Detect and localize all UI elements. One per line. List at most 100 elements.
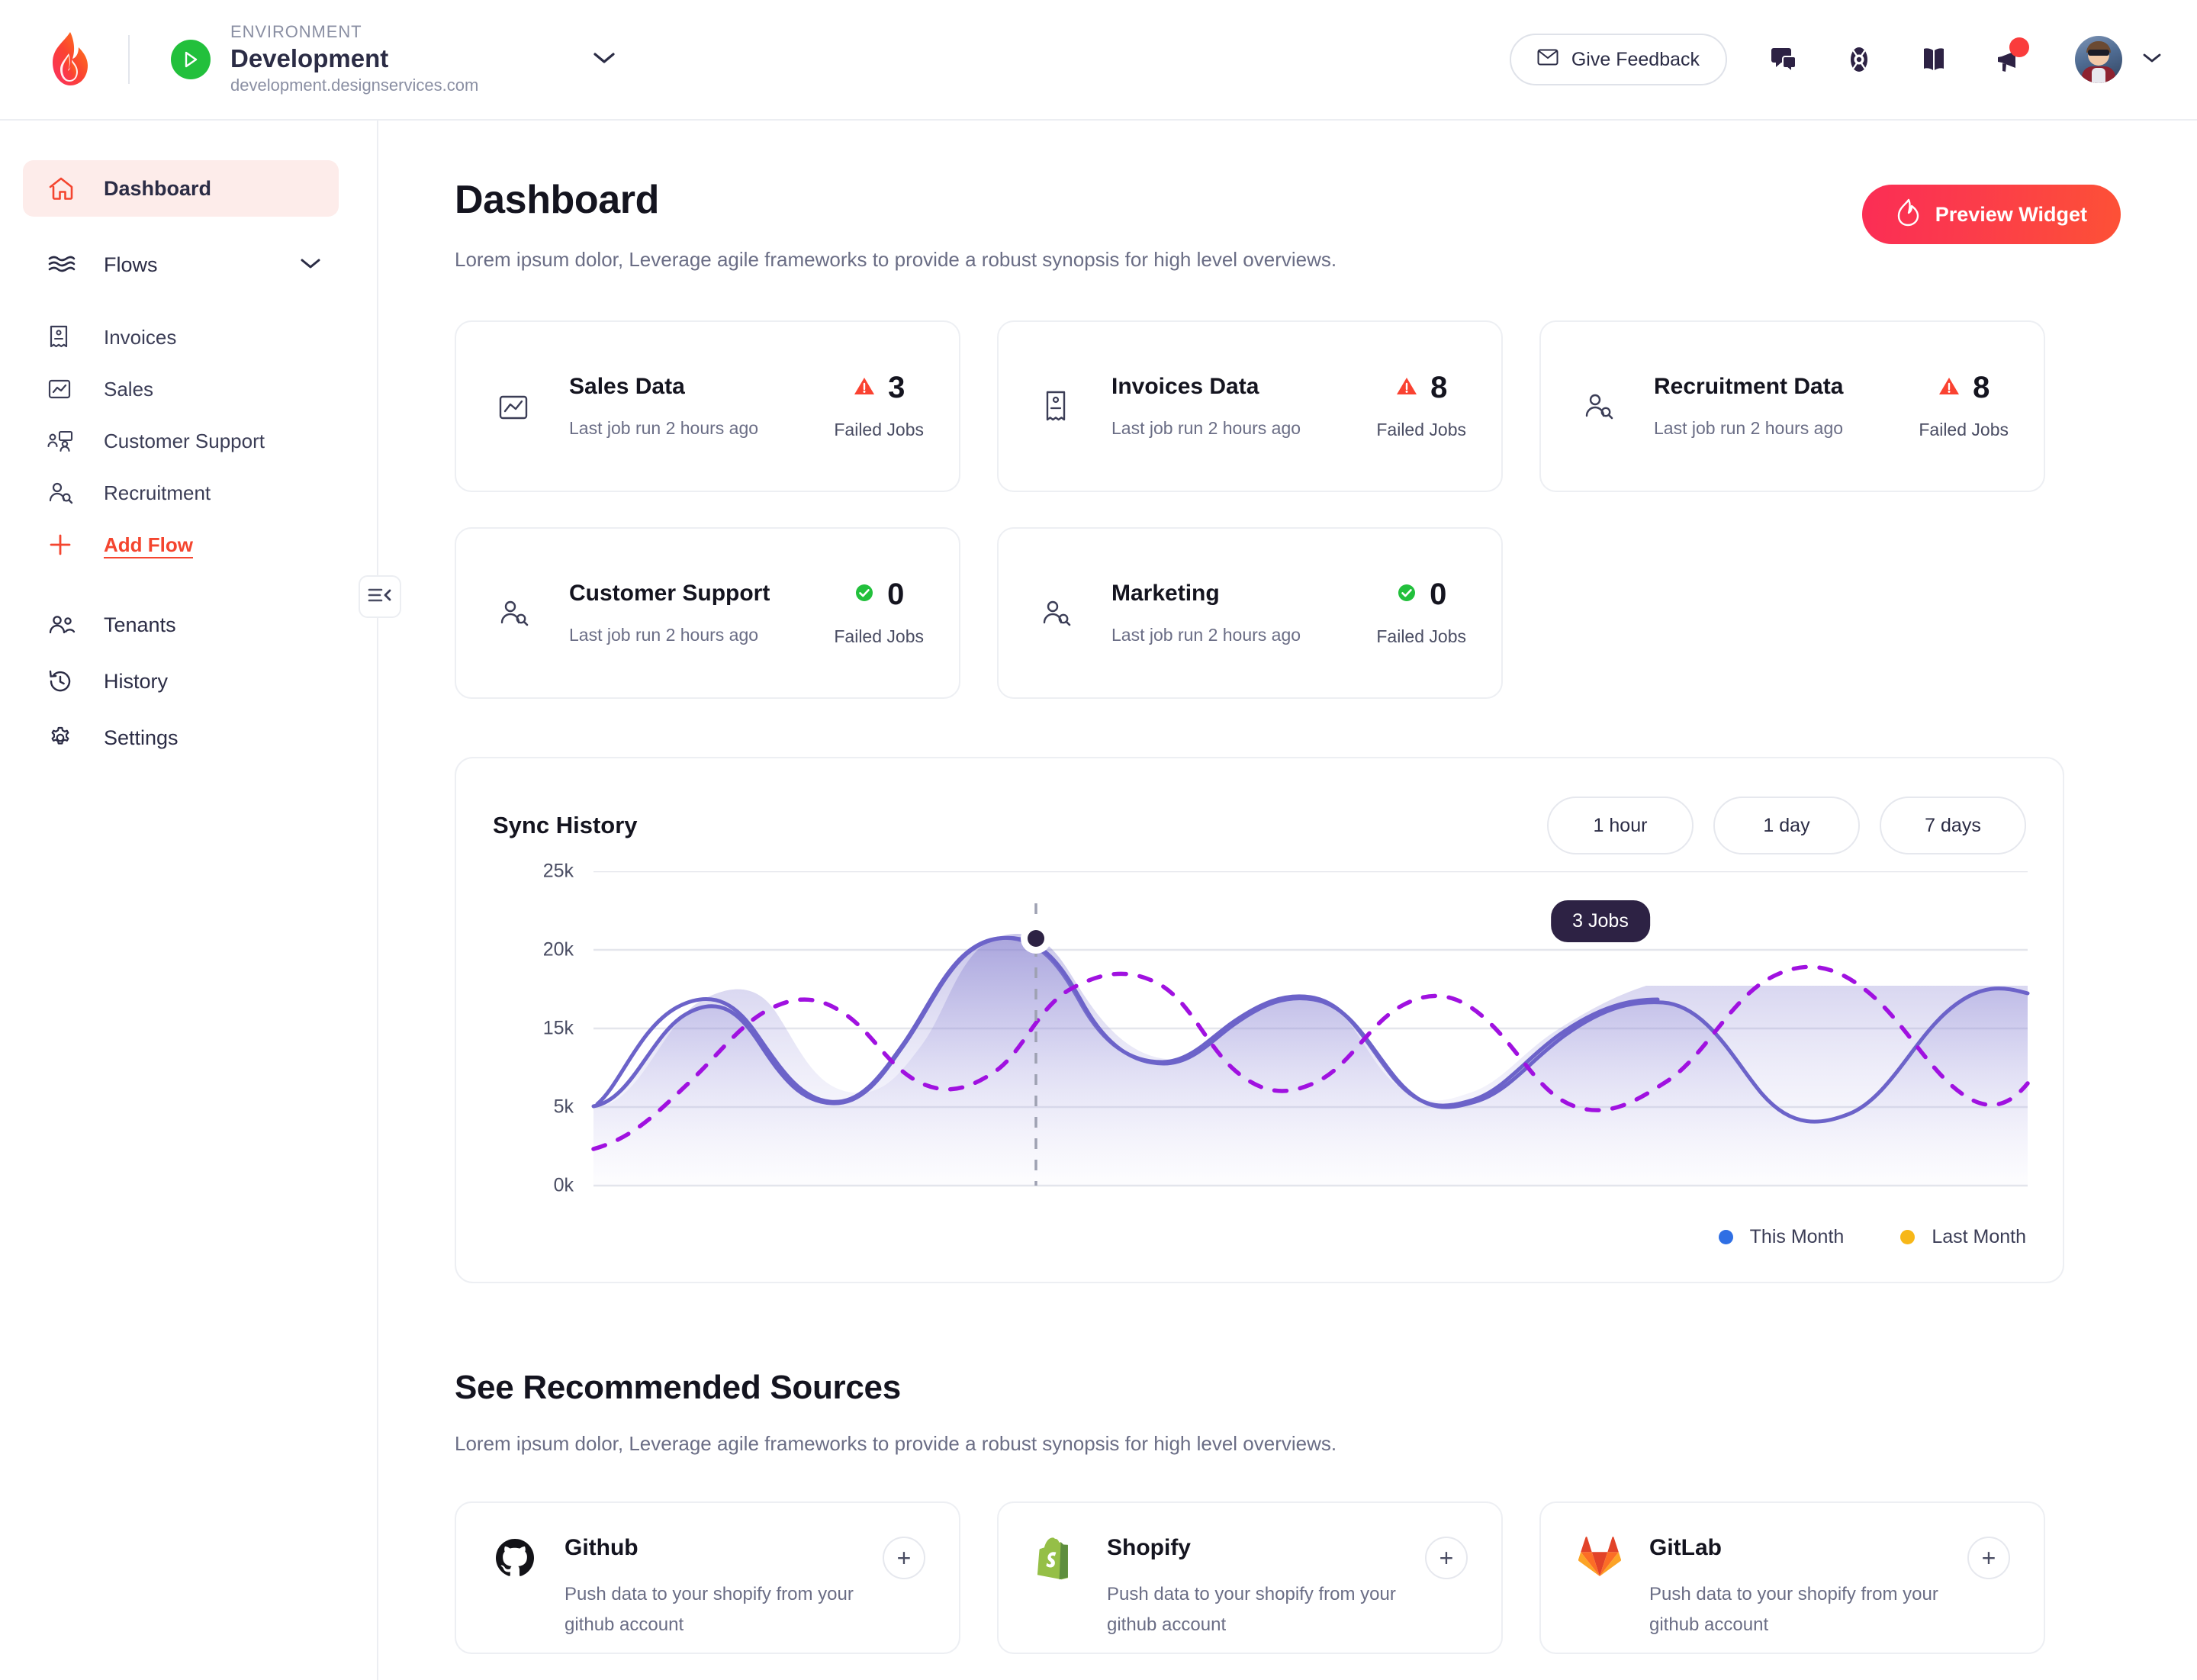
sync-history-panel: Sync History 1 hour 1 day 7 days 25k 20k… — [455, 757, 2064, 1283]
stat-card-customer-support[interactable]: Customer Support Last job run 2 hours ag… — [455, 527, 960, 699]
add-source-button[interactable]: + — [1425, 1537, 1468, 1579]
stat-card-recruitment-data[interactable]: Recruitment Data Last job run 2 hours ag… — [1539, 320, 2045, 492]
sidebar-item-settings[interactable]: Settings — [23, 710, 339, 766]
collapse-sidebar-button[interactable] — [359, 575, 401, 618]
legend-item-last-month[interactable]: Last Month — [1900, 1226, 2026, 1248]
range-button-1-hour[interactable]: 1 hour — [1547, 797, 1694, 854]
legend-item-this-month[interactable]: This Month — [1718, 1226, 1844, 1248]
topbar-actions: Give Feedback — [1509, 34, 2162, 85]
stat-card-count: 0 — [887, 578, 905, 611]
avatar — [2075, 36, 2122, 83]
recommended-sources-title: See Recommended Sources — [455, 1369, 901, 1406]
megaphone-icon[interactable] — [1991, 37, 2029, 77]
stat-card-count: 0 — [1430, 578, 1447, 611]
sidebar-item-dashboard[interactable]: Dashboard — [23, 160, 339, 217]
sidebar-item-label: Settings — [104, 726, 179, 749]
book-icon[interactable] — [1916, 42, 1951, 77]
recommended-sources-subtitle: Lorem ipsum dolor, Leverage agile framew… — [455, 1432, 1337, 1455]
stat-card-meta: Last job run 2 hours ago — [569, 625, 759, 645]
source-description: Push data to your shopify from your gith… — [1107, 1584, 1396, 1635]
lifebuoy-icon[interactable] — [1842, 42, 1877, 77]
source-name: Github — [565, 1535, 639, 1560]
stat-card-invoices-data[interactable]: Invoices Data Last job run 2 hours ago 8… — [997, 320, 1503, 492]
invoice-icon — [1034, 389, 1078, 424]
add-source-button[interactable]: + — [883, 1537, 925, 1579]
chevron-down-icon[interactable] — [299, 256, 322, 274]
sync-history-chart[interactable] — [456, 871, 2066, 1192]
stat-card-sales-data[interactable]: Sales Data Last job run 2 hours ago 3 Fa… — [455, 320, 960, 492]
notification-badge — [2009, 37, 2029, 57]
person-search-icon — [1034, 597, 1078, 630]
sidebar-item-flows[interactable]: Flows — [23, 237, 339, 293]
main-content: Dashboard Lorem ipsum dolor, Leverage ag… — [378, 121, 2197, 1680]
give-feedback-button[interactable]: Give Feedback — [1509, 34, 1727, 85]
add-source-button[interactable]: + — [1967, 1537, 2010, 1579]
error-triangle-icon — [1938, 375, 1961, 401]
chat-icon[interactable] — [1767, 42, 1802, 77]
page-title: Dashboard — [455, 178, 660, 222]
stat-card-count-label: Failed Jobs — [834, 626, 924, 646]
sidebar-item-label: Tenants — [104, 613, 176, 636]
page-header: Dashboard Lorem ipsum dolor, Leverage ag… — [378, 121, 2197, 272]
avatar-menu[interactable] — [2075, 36, 2162, 83]
success-check-icon — [854, 582, 875, 607]
stat-card-count-label: Failed Jobs — [1376, 626, 1466, 646]
people-board-icon — [47, 430, 78, 452]
range-button-1-day[interactable]: 1 day — [1713, 797, 1860, 854]
stat-card-count: 8 — [1973, 371, 1990, 404]
stat-card-title: Recruitment Data — [1654, 374, 1844, 399]
clock-rewind-icon — [47, 668, 79, 694]
chart-point-marker — [1028, 930, 1044, 947]
sidebar-item-label: Invoices — [104, 325, 177, 349]
recommended-sources-grid: Github Push data to your shopify from yo… — [455, 1501, 2064, 1654]
sidebar-item-tenants[interactable]: Tenants — [23, 597, 339, 653]
chevron-down-icon[interactable] — [593, 51, 616, 69]
range-button-7-days[interactable]: 7 days — [1880, 797, 2026, 854]
chart-tooltip: 3 Jobs — [1551, 900, 1650, 942]
environment-selector[interactable]: ENVIRONMENT Development development.desi… — [171, 23, 616, 95]
sidebar: Dashboard Flows Invoices Sales Customer … — [0, 121, 378, 1680]
stat-card-meta: Last job run 2 hours ago — [1111, 418, 1301, 438]
source-card-github[interactable]: Github Push data to your shopify from yo… — [455, 1501, 960, 1654]
stat-card-meta: Last job run 2 hours ago — [1111, 625, 1301, 645]
legend-dot — [1718, 1230, 1733, 1244]
stat-card-title: Marketing — [1111, 581, 1220, 606]
source-card-shopify[interactable]: Shopify Push data to your shopify from y… — [997, 1501, 1503, 1654]
sidebar-item-invoices[interactable]: Invoices — [47, 311, 377, 363]
sidebar-item-label: Add Flow — [104, 533, 193, 556]
sidebar-item-label: Dashboard — [104, 176, 212, 200]
sidebar-item-label: Recruitment — [104, 481, 211, 504]
legend-label: Last Month — [1932, 1226, 2026, 1247]
stat-card-count: 8 — [1430, 371, 1448, 404]
stat-card-marketing[interactable]: Marketing Last job run 2 hours ago 0 Fai… — [997, 527, 1503, 699]
users-icon — [47, 613, 79, 636]
sidebar-item-history[interactable]: History — [23, 653, 339, 710]
error-triangle-icon — [853, 375, 876, 401]
stat-card-title: Customer Support — [569, 581, 770, 606]
chevron-down-icon[interactable] — [2142, 52, 2162, 68]
sidebar-item-label: Sales — [104, 377, 154, 401]
chart-legend: This Month Last Month — [1718, 1226, 2026, 1248]
sidebar-item-recruitment[interactable]: Recruitment — [47, 467, 377, 519]
stat-card-meta: Last job run 2 hours ago — [1654, 418, 1844, 438]
sidebar-item-customer-support[interactable]: Customer Support — [47, 415, 377, 467]
waves-icon — [47, 253, 79, 276]
flame-logo[interactable] — [31, 31, 107, 89]
stat-cards-grid: Sales Data Last job run 2 hours ago 3 Fa… — [455, 320, 2064, 699]
sidebar-item-label: Flows — [104, 253, 158, 276]
home-icon — [47, 175, 79, 201]
stat-card-count-label: Failed Jobs — [1376, 420, 1466, 439]
sidebar-item-label: Customer Support — [104, 429, 265, 452]
divider — [128, 35, 130, 84]
environment-name: Development — [230, 43, 389, 72]
person-search-icon — [491, 597, 536, 630]
person-search-icon — [1576, 390, 1620, 423]
stat-card-title: Sales Data — [569, 374, 685, 399]
sidebar-item-add-flow[interactable]: Add Flow — [47, 519, 377, 571]
legend-dot — [1900, 1230, 1916, 1244]
sidebar-item-sales[interactable]: Sales — [47, 363, 377, 415]
play-circle-icon — [171, 40, 211, 79]
preview-widget-button[interactable]: Preview Widget — [1861, 185, 2121, 244]
stat-card-count-label: Failed Jobs — [1919, 420, 2009, 439]
source-card-gitlab[interactable]: GitLab Push data to your shopify from yo… — [1539, 1501, 2045, 1654]
